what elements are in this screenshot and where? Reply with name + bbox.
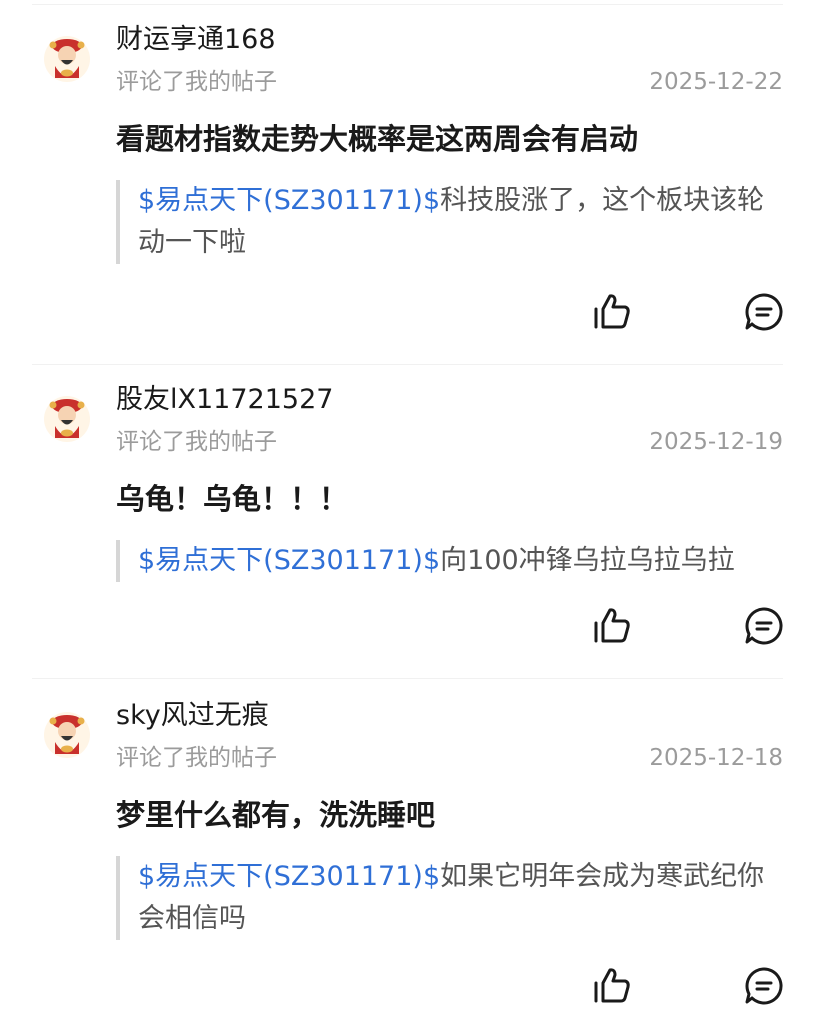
username[interactable]: 股友lX11721527: [116, 382, 333, 418]
quoted-post-text: 向100冲锋乌拉乌拉乌拉: [440, 545, 735, 576]
username[interactable]: sky风过无痕: [116, 698, 269, 734]
stock-link[interactable]: $易点天下(SZ301171)$: [138, 545, 440, 576]
comment-text[interactable]: 看题材指数走势大概率是这两周会有启动: [116, 119, 773, 159]
comment-bubble-icon[interactable]: [744, 606, 784, 646]
list-item[interactable]: 财运享通168 评论了我的帖子 2025-12-22 看题材指数走势大概率是这两…: [0, 0, 813, 365]
comment-bubble-icon[interactable]: [744, 966, 784, 1006]
comment-text[interactable]: 梦里什么都有，洗洗睡吧: [116, 795, 773, 835]
thumbs-up-icon[interactable]: [592, 292, 632, 332]
thumbs-up-icon[interactable]: [592, 606, 632, 646]
list-item[interactable]: sky风过无痕 评论了我的帖子 2025-12-18 梦里什么都有，洗洗睡吧 $…: [0, 676, 813, 1024]
avatar[interactable]: [44, 396, 90, 442]
timestamp: 2025-12-18: [649, 745, 783, 771]
comment-text[interactable]: 乌龟！乌龟！！！: [116, 479, 773, 519]
list-item[interactable]: 股友lX11721527 评论了我的帖子 2025-12-19 乌龟！乌龟！！！…: [0, 360, 813, 710]
timestamp: 2025-12-22: [649, 69, 783, 95]
action-text: 评论了我的帖子: [116, 745, 277, 771]
notifications-list: 财运享通168 评论了我的帖子 2025-12-22 看题材指数走势大概率是这两…: [0, 0, 813, 1024]
comment-bubble-icon[interactable]: [744, 292, 784, 332]
stock-link[interactable]: $易点天下(SZ301171)$: [138, 185, 440, 216]
quoted-post[interactable]: $易点天下(SZ301171)$科技股涨了，这个板块该轮动一下啦: [116, 180, 778, 264]
stock-link[interactable]: $易点天下(SZ301171)$: [138, 861, 440, 892]
timestamp: 2025-12-19: [649, 429, 783, 455]
action-text: 评论了我的帖子: [116, 69, 277, 95]
avatar[interactable]: [44, 712, 90, 758]
quoted-post[interactable]: $易点天下(SZ301171)$向100冲锋乌拉乌拉乌拉: [116, 540, 778, 582]
avatar[interactable]: [44, 36, 90, 82]
thumbs-up-icon[interactable]: [592, 966, 632, 1006]
username[interactable]: 财运享通168: [116, 22, 276, 58]
quoted-post[interactable]: $易点天下(SZ301171)$如果它明年会成为寒武纪你会相信吗: [116, 856, 778, 940]
action-text: 评论了我的帖子: [116, 429, 277, 455]
